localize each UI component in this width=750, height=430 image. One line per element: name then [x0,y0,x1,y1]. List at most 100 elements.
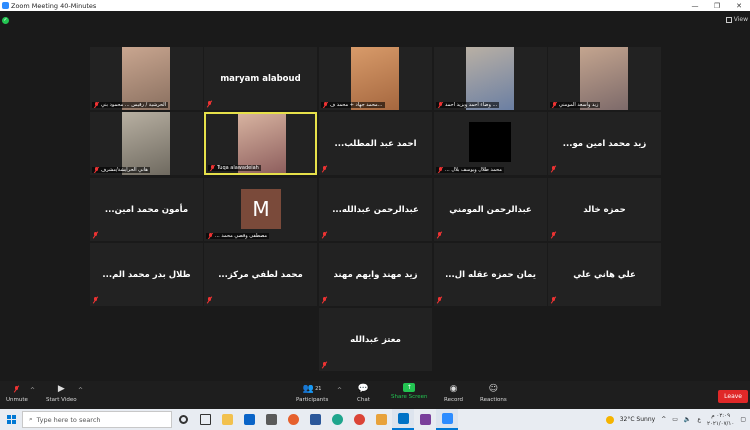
outlook-icon[interactable] [392,409,414,430]
mic-muted-icon [438,167,443,173]
notifications-icon[interactable]: ▢ [740,416,746,423]
participant-tile[interactable]: ...مأمون محمد امين [90,178,203,241]
maximize-button[interactable]: ❐ [706,2,728,10]
leave-button[interactable]: Leave [718,390,748,403]
mic-muted-icon [93,232,98,238]
edge-icon[interactable] [326,409,348,430]
view-button[interactable]: View [725,16,748,23]
mic-muted-icon [207,101,212,107]
chat-label: Chat [357,397,370,403]
participant-label: ... مصطفى وقصي محمد [206,233,270,239]
audio-options-chevron-icon[interactable]: ^ [30,387,35,394]
participant-label-text: ... محمد طلال ويوسف بلال [445,167,502,173]
participant-tile[interactable]: هاني الحرايشة/مشرف [90,112,203,175]
start-button[interactable] [0,409,22,430]
search-placeholder: Type here to search [36,415,101,424]
participant-tile[interactable]: maryam alaboud [204,47,317,110]
participant-name: ...يمان حمزه عقله ال [445,269,536,280]
clock[interactable]: ٠٢:٠٩ م ٢٠٢١/٠٧/١٠ [707,412,734,428]
participant-tile[interactable]: معتز عبدالله [319,308,432,371]
participant-tile[interactable]: ...احمد عبد المطلب [319,112,432,175]
file-explorer-icon[interactable] [216,409,238,430]
mic-muted-icon [208,233,213,239]
participant-name: علي هاني علي [573,269,636,280]
start-video-label: Start Video [46,397,77,403]
participant-video [580,47,628,110]
participant-tile[interactable]: علي هاني علي [548,243,661,306]
windows-logo-icon [6,415,16,424]
participant-tile[interactable]: ...يمان حمزه عقله ال [434,243,547,306]
close-button[interactable]: ✕ [728,2,750,10]
participant-tile[interactable]: محمد جهاد + محمد ف... [319,47,432,110]
zoom-app-icon [2,2,9,9]
start-video-button[interactable]: ▶ Start Video [46,383,77,403]
participant-name: ...زيد محمد امين مو [562,138,647,149]
weather-text[interactable]: 32°C Sunny [620,416,656,423]
participant-tile[interactable]: زيد وأسعد المومني [548,47,661,110]
unmute-button[interactable]: Unmute [6,383,28,403]
mic-muted-icon [94,102,99,108]
record-icon: ◉ [449,384,458,394]
chat-icon: 💬 [357,384,370,394]
store-icon[interactable] [260,409,282,430]
share-screen-button[interactable]: ↑ Share Screen [391,383,428,400]
paint-icon[interactable] [370,409,392,430]
mic-muted-icon [551,297,556,303]
task-view-icon[interactable] [194,409,216,430]
participant-tile[interactable]: عبدالرحمن المومني [434,178,547,241]
participant-name: ...محمد لطفي مركز [218,269,303,280]
network-icon[interactable]: ▭ [672,416,678,423]
participant-name: ...عبدالرحمن عبدالله [332,204,419,215]
meeting-stage: ✓ View الحرشية / رقيس ... محمود بني marya… [0,11,750,381]
participant-label: الحرشية / رقيس ... محمود بني [92,102,169,108]
encryption-shield-icon[interactable]: ✓ [2,17,9,24]
zoom-taskbar-icon[interactable] [436,409,458,430]
video-options-chevron-icon[interactable]: ^ [78,387,83,394]
clock-time: ٠٢:٠٩ م [711,412,731,419]
participant-label-text: وضاء احمد ويزيد احمد ... [445,102,498,108]
participants-chevron-icon[interactable]: ^ [337,387,342,394]
participant-tile[interactable]: ... محمد طلال ويوسف بلال [434,112,547,175]
mic-muted-icon [438,102,443,108]
participant-tile[interactable]: ...زيد محمد امين مو [548,112,661,175]
record-button[interactable]: ◉ Record [444,383,463,403]
firefox-icon[interactable] [282,409,304,430]
volume-icon[interactable]: 🔈 [684,416,691,423]
participant-label-text: الحرشية / رقيس ... محمود بني [101,102,167,108]
cortana-icon[interactable] [172,409,194,430]
window-titlebar: Zoom Meeting 40-Minutes — ❐ ✕ [0,0,750,11]
window-title: Zoom Meeting 40-Minutes [11,1,97,10]
participant-video [466,47,514,110]
minimize-button[interactable]: — [684,2,706,10]
mail-icon[interactable] [238,409,260,430]
participant-tile[interactable]: وضاء احمد ويزيد احمد ... [434,47,547,110]
participant-video [351,47,399,110]
language-indicator[interactable]: ع [697,416,701,423]
unmute-label: Unmute [6,397,28,403]
mic-muted-icon [322,232,327,238]
mic-muted-icon [437,297,442,303]
word-icon[interactable] [304,409,326,430]
share-screen-label: Share Screen [391,394,428,400]
participant-name: maryam alaboud [220,73,301,84]
participant-label: هاني الحرايشة/مشرف [92,167,150,173]
reactions-button[interactable]: ☺ Reactions [480,383,507,403]
participant-tile[interactable]: ...عبدالرحمن عبدالله [319,178,432,241]
participant-tile[interactable]: ...محمد لطفي مركز [204,243,317,306]
participant-label-text: محمد جهاد + محمد ف... [330,102,383,108]
mic-muted-icon [322,362,327,368]
participant-tile[interactable]: حمزه خالد [548,178,661,241]
chevron-up-icon[interactable]: ^ [661,416,666,423]
participant-video [122,47,170,110]
participants-label: Participants [296,397,329,403]
chat-button[interactable]: 💬 Chat [357,383,370,403]
participant-tile[interactable]: Tuqa alawadeiah [204,112,317,175]
participants-button[interactable]: 👥 21 Participants [296,383,328,403]
participant-tile[interactable]: زيد مهند وايهم مهند [319,243,432,306]
participant-tile[interactable]: الحرشية / رقيس ... محمود بني [90,47,203,110]
participant-tile[interactable]: M ... مصطفى وقصي محمد [204,178,317,241]
video-app-icon[interactable] [414,409,436,430]
chrome-icon[interactable] [348,409,370,430]
participant-tile[interactable]: ...طلال بدر محمد الم [90,243,203,306]
taskbar-search-box[interactable]: ⌕ Type here to search [22,411,172,428]
